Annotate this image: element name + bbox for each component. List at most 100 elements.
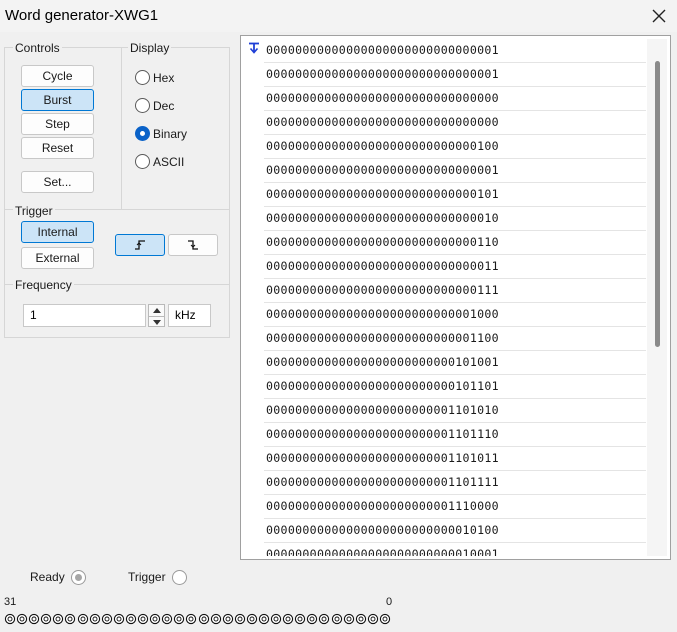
- display-hex-radio[interactable]: Hex: [135, 70, 174, 85]
- rising-edge-icon: [135, 240, 145, 250]
- output-terminal-icon[interactable]: [137, 612, 149, 626]
- trigger-label: Trigger: [13, 204, 55, 218]
- word-row[interactable]: 00000000000000000000000000000101: [264, 183, 646, 207]
- set-button[interactable]: Set...: [21, 171, 94, 193]
- word-list-gutter: [244, 39, 264, 556]
- output-terminal-icon[interactable]: [294, 612, 306, 626]
- binary-radio-circle: [135, 126, 150, 141]
- output-terminal-icon[interactable]: [379, 612, 391, 626]
- output-terminal-icon[interactable]: [125, 612, 137, 626]
- frequency-input[interactable]: 1: [23, 304, 146, 327]
- controls-display-divider: [121, 48, 122, 209]
- word-row[interactable]: 00000000000000000000000001101110: [264, 423, 646, 447]
- close-icon[interactable]: [647, 4, 671, 28]
- falling-edge-button[interactable]: [168, 234, 218, 256]
- word-row[interactable]: 00000000000000000000000000101001: [264, 351, 646, 375]
- output-terminal-icon[interactable]: [331, 612, 343, 626]
- output-terminal-icon[interactable]: [258, 612, 270, 626]
- dec-label: Dec: [153, 98, 175, 113]
- falling-edge-icon: [188, 240, 198, 250]
- word-list-scrollbar[interactable]: [647, 39, 667, 556]
- word-list-content: 00000000000000000000000000000001 00000000…: [244, 39, 667, 556]
- word-row[interactable]: 00000000000000000000000000000001: [264, 63, 646, 87]
- word-row[interactable]: 00000000000000000000000000000001: [264, 39, 646, 63]
- title-bar: Word generator-XWG1: [0, 0, 677, 32]
- hex-label: Hex: [153, 70, 175, 85]
- output-terminal-icon[interactable]: [185, 612, 197, 626]
- output-terminal-icon[interactable]: [198, 612, 210, 626]
- word-row[interactable]: 00000000000000000000000001101111: [264, 471, 646, 495]
- output-terminal-icon[interactable]: [149, 612, 161, 626]
- word-row[interactable]: 00000000000000000000000000010001: [264, 543, 646, 556]
- output-terminal-icon[interactable]: [161, 612, 173, 626]
- output-terminal-icon[interactable]: [210, 612, 222, 626]
- rising-edge-button[interactable]: [115, 234, 165, 256]
- output-terminal-icon[interactable]: [367, 612, 379, 626]
- output-terminal-icon[interactable]: [4, 612, 16, 626]
- current-position-icon: [249, 42, 259, 54]
- output-terminals: [4, 612, 391, 626]
- hex-radio-circle: [135, 70, 150, 85]
- output-terminal-icon[interactable]: [270, 612, 282, 626]
- output-terminal-icon[interactable]: [64, 612, 76, 626]
- ready-indicator-icon: [71, 570, 86, 585]
- frequency-unit-select[interactable]: kHz: [168, 304, 211, 327]
- burst-button[interactable]: Burst: [21, 89, 94, 111]
- output-terminal-icon[interactable]: [234, 612, 246, 626]
- word-row[interactable]: 00000000000000000000000000001000: [264, 303, 646, 327]
- word-row[interactable]: 00000000000000000000000000010100: [264, 519, 646, 543]
- ascii-radio-circle: [135, 154, 150, 169]
- dec-radio-circle: [135, 98, 150, 113]
- output-terminal-icon[interactable]: [306, 612, 318, 626]
- step-button[interactable]: Step: [21, 113, 94, 135]
- frequency-spinner[interactable]: [148, 304, 165, 327]
- output-terminal-icon[interactable]: [77, 612, 89, 626]
- output-terminal-icon[interactable]: [173, 612, 185, 626]
- output-terminal-icon[interactable]: [101, 612, 113, 626]
- internal-trigger-button[interactable]: Internal: [21, 221, 94, 243]
- output-terminal-icon[interactable]: [89, 612, 101, 626]
- output-terminal-icon[interactable]: [16, 612, 28, 626]
- frequency-label: Frequency: [13, 278, 74, 292]
- word-row[interactable]: 00000000000000000000000000000011: [264, 255, 646, 279]
- word-row[interactable]: 00000000000000000000000001101011: [264, 447, 646, 471]
- display-label: Display: [128, 41, 172, 55]
- word-row[interactable]: 00000000000000000000000000000000: [264, 87, 646, 111]
- word-row[interactable]: 00000000000000000000000001110000: [264, 495, 646, 519]
- display-binary-radio[interactable]: Binary: [135, 126, 187, 141]
- lsb-label: 0: [386, 596, 393, 608]
- window-title: Word generator-XWG1: [5, 7, 159, 24]
- output-terminal-icon[interactable]: [113, 612, 125, 626]
- output-terminal-icon[interactable]: [28, 612, 40, 626]
- spin-up-icon[interactable]: [149, 305, 164, 316]
- word-row[interactable]: 00000000000000000000000000000110: [264, 231, 646, 255]
- output-terminal-icon[interactable]: [52, 612, 64, 626]
- external-trigger-button[interactable]: External: [21, 247, 94, 269]
- display-ascii-radio[interactable]: ASCII: [135, 154, 184, 169]
- msb-label: 31: [4, 596, 17, 608]
- output-terminal-icon[interactable]: [246, 612, 258, 626]
- reset-button[interactable]: Reset: [21, 137, 94, 159]
- display-dec-radio[interactable]: Dec: [135, 98, 174, 113]
- word-row[interactable]: 00000000000000000000000000000111: [264, 279, 646, 303]
- spin-down-icon[interactable]: [149, 316, 164, 327]
- trigger-status-label: Trigger: [128, 570, 166, 584]
- word-row[interactable]: 00000000000000000000000000000010: [264, 207, 646, 231]
- word-row[interactable]: 00000000000000000000000000000001: [264, 159, 646, 183]
- word-row[interactable]: 00000000000000000000000000001100: [264, 327, 646, 351]
- scrollbar-thumb[interactable]: [655, 61, 660, 347]
- output-terminal-icon[interactable]: [318, 612, 330, 626]
- word-row[interactable]: 00000000000000000000000000000000: [264, 111, 646, 135]
- output-terminal-icon[interactable]: [355, 612, 367, 626]
- controls-label: Controls: [13, 41, 62, 55]
- ascii-label: ASCII: [153, 154, 185, 169]
- word-row[interactable]: 00000000000000000000000000000100: [264, 135, 646, 159]
- output-terminal-icon[interactable]: [40, 612, 52, 626]
- word-row[interactable]: 00000000000000000000000000101101: [264, 375, 646, 399]
- output-terminal-icon[interactable]: [282, 612, 294, 626]
- output-terminal-icon[interactable]: [343, 612, 355, 626]
- word-row[interactable]: 00000000000000000000000001101010: [264, 399, 646, 423]
- cycle-button[interactable]: Cycle: [21, 65, 94, 87]
- word-list[interactable]: 00000000000000000000000000000001 00000000…: [240, 35, 671, 560]
- output-terminal-icon[interactable]: [222, 612, 234, 626]
